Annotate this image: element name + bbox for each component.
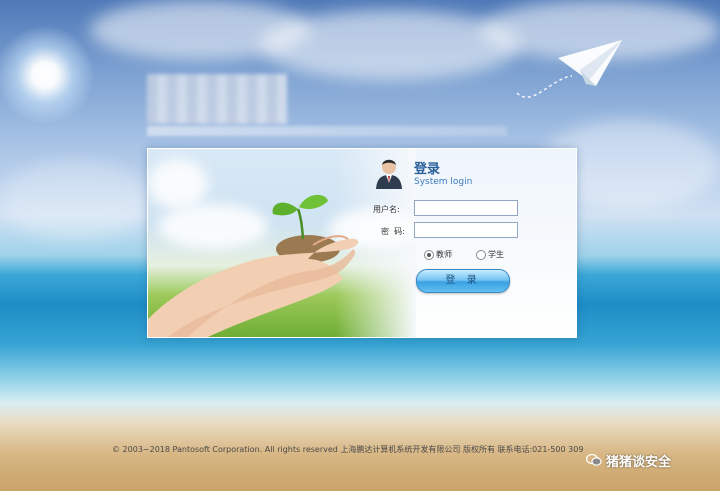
role-radio-student[interactable]: [476, 250, 486, 260]
blurred-logo: [147, 74, 287, 124]
username-input[interactable]: [414, 200, 518, 216]
login-panel: 登录 System login 用户名: 密 码: 教师 学生 登 录: [147, 148, 577, 338]
user-avatar-icon: [376, 159, 402, 189]
watermark-text: 猪猪谈安全: [606, 454, 672, 470]
role-label-student: 学生: [488, 250, 504, 259]
sun: [0, 25, 95, 125]
login-button[interactable]: 登 录: [416, 269, 510, 293]
sky-cloud: [0, 160, 150, 240]
blurred-tagline: [147, 126, 507, 136]
login-subtitle: System login: [414, 177, 473, 187]
login-title: 登录: [414, 162, 441, 177]
login-page: { "panel": { "title_cn": "登录", "title_en…: [0, 0, 720, 491]
role-radio-teacher[interactable]: [424, 250, 434, 260]
password-label: 密 码:: [381, 227, 405, 236]
password-input[interactable]: [414, 222, 518, 238]
footer-copyright: © 2003~2018 Pantosoft Corporation. All r…: [112, 445, 584, 454]
wechat-icon: [586, 453, 602, 466]
paper-plane-icon: [516, 40, 622, 98]
role-label-teacher: 教师: [436, 250, 452, 259]
username-label: 用户名:: [373, 205, 400, 214]
sky-cloud: [260, 10, 520, 80]
watermark: 猪猪谈安全: [586, 449, 671, 471]
